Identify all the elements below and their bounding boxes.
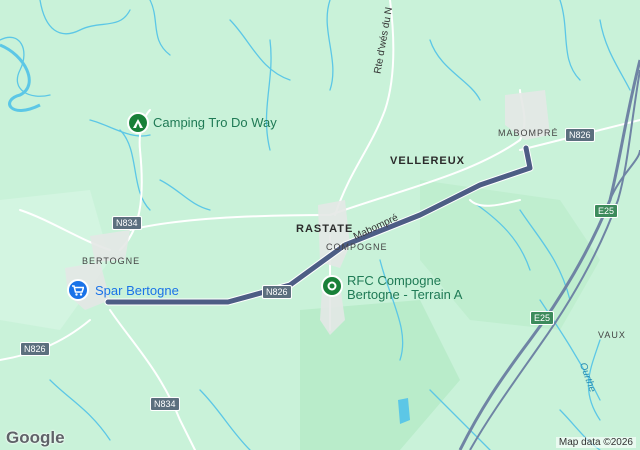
rfc-pin[interactable] xyxy=(321,275,343,297)
place-label-rastate: RASTATE xyxy=(296,223,354,235)
rfc-label-line2: Bertogne - Terrain A xyxy=(347,287,463,302)
place-label-mabompre: MABOMPRÉ xyxy=(498,128,559,138)
road-shield-n834: N834 xyxy=(112,216,142,230)
place-label-vellereux: VELLEREUX xyxy=(390,155,466,167)
road-shield-n826: N826 xyxy=(262,285,292,299)
place-label-compogne: COMPOGNE xyxy=(326,242,388,252)
google-logo: Google xyxy=(6,428,65,448)
google-logo-text: Google xyxy=(6,428,65,447)
tent-icon xyxy=(133,118,143,128)
place-label-bertogne: BERTOGNE xyxy=(82,256,141,266)
camping-pin[interactable] xyxy=(127,112,149,134)
map-canvas[interactable]: Rte d'wés du N Mabompré N826 N834 N826 N… xyxy=(0,0,640,450)
road-shield-n826: N826 xyxy=(565,128,595,142)
road-shield-e25: E25 xyxy=(594,204,619,218)
road-shield-e25: E25 xyxy=(530,311,555,325)
rfc-label-line1: RFC Compogne xyxy=(347,273,441,288)
rfc-label[interactable]: RFC Compogne Bertogne - Terrain A xyxy=(347,274,462,302)
shopping-cart-icon xyxy=(72,284,84,296)
sports-field-icon xyxy=(327,281,337,291)
road-shield-n834: N834 xyxy=(150,397,180,411)
road-shield-n826: N826 xyxy=(20,342,50,356)
spar-label[interactable]: Spar Bertogne xyxy=(95,283,179,298)
camping-label[interactable]: Camping Tro Do Way xyxy=(153,115,277,130)
place-label-vaux: VAUX xyxy=(598,330,626,340)
map-attribution[interactable]: Map data ©2026 xyxy=(555,437,636,448)
spar-pin[interactable] xyxy=(67,279,89,301)
